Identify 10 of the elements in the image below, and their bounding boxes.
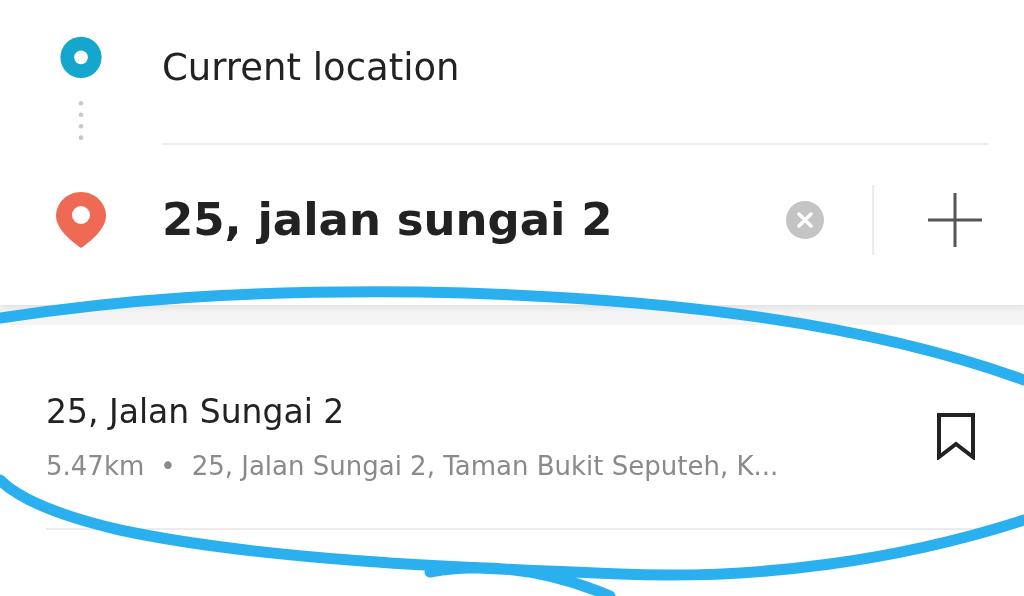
result-address: 25, Jalan Sungai 2, Taman Bukit Seputeh, K... (191, 449, 779, 483)
add-stop-button[interactable] (926, 191, 984, 249)
location-pin-icon (55, 191, 107, 249)
bookmark-button[interactable] (936, 412, 976, 461)
destination-field[interactable]: 25, jalan sungai 2 (162, 186, 762, 254)
result-title: 25, Jalan Sungai 2 (46, 391, 346, 433)
separator-dot: • (160, 449, 176, 483)
origin-text[interactable]: Current location (162, 40, 460, 96)
search-result-item[interactable]: 25, Jalan Sungai 2 5.47km • 25, Jalan Sungai 2, Taman Bukit Seputeh, K... (46, 387, 936, 486)
result-distance: 5.47km (46, 449, 145, 483)
